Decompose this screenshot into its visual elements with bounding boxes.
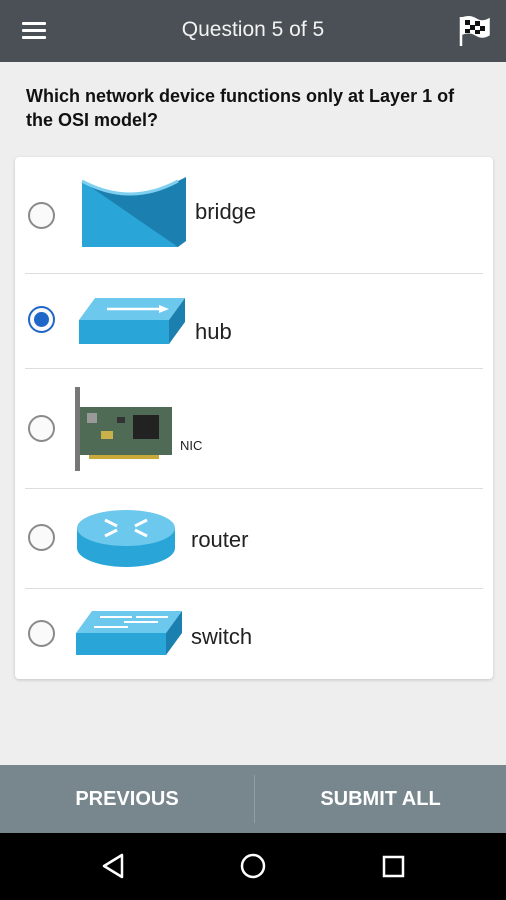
radio-button[interactable] [28, 524, 55, 551]
option-router[interactable]: router [15, 489, 493, 588]
switch-device-icon [76, 611, 182, 655]
option-label: router [191, 527, 249, 552]
option-nic[interactable]: NIC [15, 369, 493, 488]
radio-button[interactable] [28, 415, 55, 442]
previous-button[interactable]: PREVIOUS [0, 765, 254, 833]
question-text: Which network device functions only at L… [26, 86, 455, 130]
option-label: NIC [180, 438, 203, 453]
checkered-flag-icon[interactable] [456, 14, 492, 48]
option-hub[interactable]: hub [15, 274, 493, 368]
router-device-icon [77, 510, 175, 567]
recents-square-icon[interactable] [353, 833, 433, 900]
option-switch[interactable]: switch [15, 589, 493, 679]
option-label: switch [191, 624, 253, 649]
system-navigation-bar [0, 833, 506, 900]
nic-card-icon [75, 387, 172, 471]
app-header: Question 5 of 5 [0, 0, 506, 62]
radio-button[interactable] [28, 306, 55, 333]
back-triangle-icon[interactable] [74, 833, 154, 900]
hub-device-icon [79, 298, 185, 344]
answer-options-card: bridge hub NIC router switch [15, 157, 493, 679]
option-label: bridge [195, 199, 257, 224]
page-title: Question 5 of 5 [181, 18, 325, 41]
radio-button[interactable] [28, 202, 55, 229]
bridge-device-icon [81, 177, 186, 247]
radio-button[interactable] [28, 620, 55, 647]
bottom-action-bar: PREVIOUS SUBMIT ALL [0, 765, 506, 833]
option-label: hub [195, 319, 232, 344]
option-bridge[interactable]: bridge [15, 157, 493, 273]
submit-all-button[interactable]: SUBMIT ALL [255, 765, 506, 833]
home-circle-icon[interactable] [213, 833, 293, 900]
